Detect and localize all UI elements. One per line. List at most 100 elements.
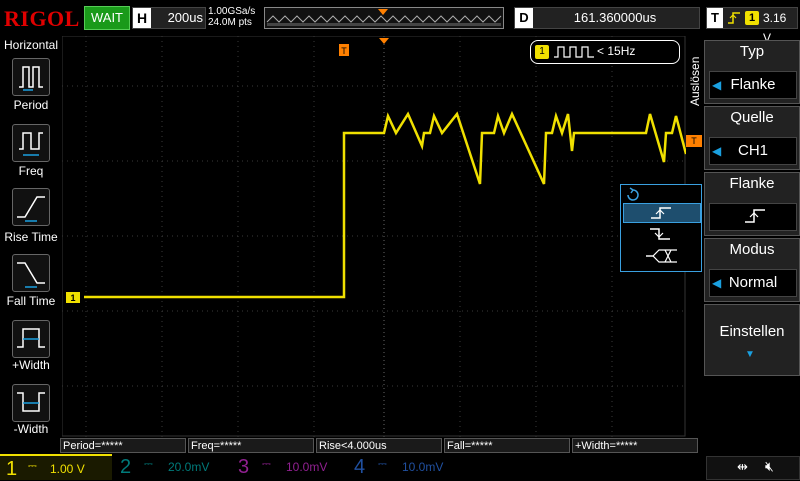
freq-button[interactable] [12,124,50,162]
channel3-scale: 10.0mV [286,460,328,474]
channel4-scale: 10.0mV [402,460,444,474]
period-icon [19,66,43,91]
memory-waveform-icon [266,9,502,26]
trigger-box[interactable]: T 1 3.16 V [706,7,798,45]
timebase-box[interactable]: H 200us [132,7,206,29]
channel4-number: 4 [354,456,366,478]
trigger-menu-side-label-box: Auslösen [686,40,704,110]
either-edge-icon [646,249,677,263]
period-label: Period [13,98,49,112]
menu-mode-value-box[interactable]: ◀ Normal [709,269,797,297]
svg-text:T: T [341,46,347,56]
sample-rate: 1.00GSa/s [208,6,256,17]
measurement-freq[interactable]: Freq=***** [188,438,314,453]
pos-width-icon [17,328,45,348]
freq-badge-channel: 1 [535,45,549,59]
freq-badge-value: < 15Hz [597,44,636,58]
usb-icon: ⇹ [737,459,748,474]
menu-source-value: CH1 [737,142,768,159]
trigger-channel-badge: 1 [745,11,759,25]
measurement-period[interactable]: Period=***** [60,438,186,453]
timebase-label: H [133,8,151,28]
channel4-tab[interactable]: 4 ⎓ 10.0mV [350,454,462,480]
status-icons-box: ⇹ 🔇︎ [706,456,800,480]
waveform-display[interactable]: T 1 T 1 < 15Hz [61,35,702,437]
timebase-value: 200us [167,10,203,25]
neg-width-icon [17,392,45,412]
dc-coupling-icon: ⎓ [262,458,271,470]
rise-time-button[interactable] [12,188,50,226]
acquisition-info: 1.00GSa/s 24.0M pts [208,6,255,28]
brand-logo: RIGOL [4,6,80,31]
top-status-bar: RIGOL WAIT H 200us 1.00GSa/s 24.0M pts D… [0,0,800,45]
delay-value: 161.360000us [573,10,657,25]
rise-time-icon [17,196,45,222]
memory-depth: 24.0M pts [208,17,252,28]
rising-edge-icon [651,207,671,219]
dc-coupling-icon: ⎓ [378,458,387,470]
slope-option-rising[interactable] [623,203,701,223]
delay-box[interactable]: D 161.360000us [514,7,700,29]
rising-edge-icon [745,209,765,223]
channel1-scale: 1.00 V [50,462,85,476]
menu-slope-title: Flanke [729,175,775,192]
channel2-number: 2 [120,456,132,478]
channel3-tab[interactable]: 3 ⎓ 10.0mV [234,454,346,480]
refresh-icon [627,187,639,201]
menu-slope-value-box[interactable] [709,203,797,231]
panel-title: Horizontal [3,38,59,52]
horizontal-measure-panel: Horizontal Period Freq Rise Time Fall Ti… [0,36,63,436]
measurement-fall[interactable]: Fall=***** [444,438,570,453]
menu-type-value-box[interactable]: ◀ Flanke [709,71,797,99]
frequency-badge: 1 < 15Hz [530,40,680,64]
channel1-number: 1 [6,458,18,480]
trigger-level-marker[interactable]: T [686,135,702,147]
memory-overview-bar[interactable] [264,7,504,29]
period-button[interactable] [12,58,50,96]
menu-source-value-box[interactable]: ◀ CH1 [709,137,797,165]
dc-coupling-icon: ⎓ [28,460,37,472]
channel2-tab[interactable]: 2 ⎓ 20.0mV [116,454,228,480]
channel3-number: 3 [238,456,250,478]
trigger-label: T [707,8,723,28]
menu-settings-title: Einstellen [719,323,785,340]
pos-width-label: +Width [12,358,50,372]
menu-type-title: Typ [739,43,765,60]
channel2-scale: 20.0mV [168,460,210,474]
measurement-rise[interactable]: Rise<4.000us [316,438,442,453]
trigger-level: 3.16 V [763,11,787,45]
square-wave-icon [554,46,594,58]
fall-time-icon [17,262,45,288]
menu-source[interactable]: Quelle ◀ CH1 [704,106,800,170]
speaker-muted-icon[interactable]: 🔇︎ [765,458,774,475]
fall-time-label: Fall Time [6,294,56,308]
slope-popup [620,184,702,272]
channel-bar: 1 ⎓ 1.00 V 2 ⎓ 20.0mV 3 ⎓ 10.0mV 4 ⎓ 10.… [0,454,800,480]
run-state-badge[interactable]: WAIT [84,6,130,30]
rise-time-label: Rise Time [4,230,58,244]
trigger-menu-side-label: Auslösen [688,56,702,106]
svg-text:1: 1 [70,293,75,303]
freq-icon [19,132,43,156]
menu-mode[interactable]: Modus ◀ Normal [704,238,800,302]
measurement-pos-width[interactable]: +Width=***** [572,438,698,453]
freq-label: Freq [18,164,44,178]
menu-slope[interactable]: Flanke [704,172,800,236]
menu-mode-title: Modus [729,241,775,258]
menu-source-title: Quelle [730,109,774,126]
slope-option-falling[interactable] [623,225,699,243]
menu-mode-value: Normal [728,274,778,291]
menu-type[interactable]: Typ ◀ Flanke [704,40,800,104]
neg-width-label: -Width [13,422,49,436]
menu-type-value: Flanke [730,76,776,93]
falling-edge-icon [650,228,670,240]
slope-option-either[interactable] [623,247,699,265]
fall-time-button[interactable] [12,254,50,292]
rising-edge-icon [728,12,740,24]
channel1-tab[interactable]: 1 ⎓ 1.00 V [0,454,112,480]
delay-label: D [515,8,533,28]
chevron-down-icon: ▼ [745,349,755,360]
menu-settings[interactable]: Einstellen ▼ [704,304,800,376]
pos-width-button[interactable] [12,320,50,358]
neg-width-button[interactable] [12,384,50,422]
